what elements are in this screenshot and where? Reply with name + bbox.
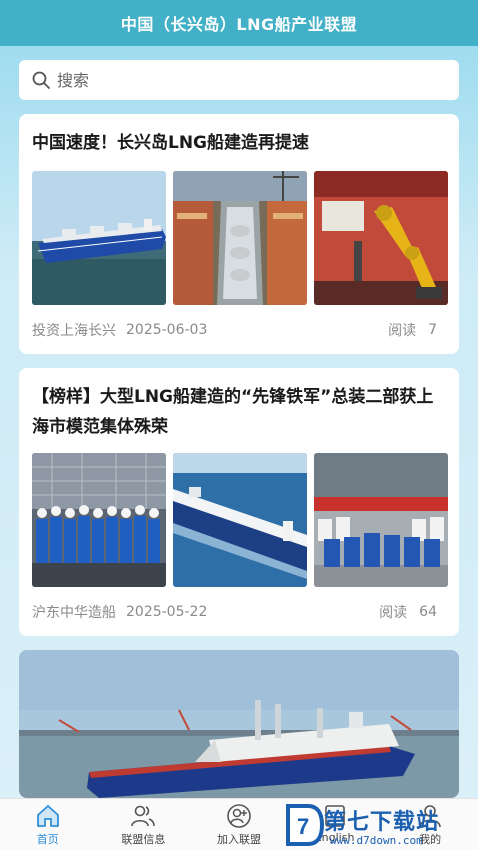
tab-label: 联盟信息 bbox=[121, 833, 166, 846]
article-source: 投资上海长兴 bbox=[32, 323, 116, 339]
watermark-icon: 7 bbox=[286, 804, 324, 846]
article-title[interactable]: 中国速度！长兴岛LNG船建造再提速 bbox=[32, 128, 447, 158]
article-image[interactable] bbox=[173, 171, 307, 305]
article-image[interactable] bbox=[173, 453, 307, 587]
search-icon bbox=[32, 71, 50, 89]
page-title: 中国（长兴岛）LNG船产业联盟 bbox=[120, 15, 358, 34]
read-label: 阅读 bbox=[379, 605, 408, 621]
search-bar[interactable] bbox=[19, 60, 459, 100]
article-date: 2025-05-22 bbox=[126, 604, 208, 620]
article-image[interactable] bbox=[314, 171, 448, 305]
tab-label: 首页 bbox=[36, 833, 59, 846]
tab-home[interactable]: 首页 bbox=[0, 799, 96, 850]
article-image[interactable] bbox=[32, 171, 166, 305]
article-card[interactable] bbox=[19, 650, 459, 798]
watermark-title: 第七下载站 bbox=[324, 810, 440, 835]
article-image[interactable] bbox=[32, 453, 166, 587]
article-source: 沪东中华造船 bbox=[32, 605, 116, 621]
article-meta: 投资上海长兴 2025-06-03 阅读 7 bbox=[32, 320, 437, 340]
article-image[interactable] bbox=[314, 453, 448, 587]
app-header: 中国（长兴岛）LNG船产业联盟 bbox=[0, 0, 478, 46]
read-count: 7 bbox=[428, 322, 437, 338]
watermark-logo: 7 第七下载站 www.d7down.com bbox=[284, 800, 478, 850]
tab-alliance-info[interactable]: 联盟信息 bbox=[96, 799, 192, 850]
home-icon bbox=[36, 805, 59, 827]
search-input[interactable] bbox=[57, 70, 437, 90]
svg-text:7: 7 bbox=[297, 814, 309, 839]
tab-join-alliance[interactable]: 加入联盟 bbox=[191, 799, 287, 850]
watermark-url: www.d7down.com bbox=[330, 834, 423, 847]
read-label: 阅读 bbox=[388, 323, 417, 339]
add-user-icon bbox=[227, 804, 251, 828]
article-title[interactable]: 【榜样】大型LNG船建造的“先锋铁军”总装二部获上海市模范集体殊荣 bbox=[32, 382, 447, 442]
article-meta: 沪东中华造船 2025-05-22 阅读 64 bbox=[32, 602, 437, 622]
people-icon bbox=[131, 805, 156, 827]
tab-label: 加入联盟 bbox=[216, 833, 261, 846]
read-count: 64 bbox=[419, 604, 437, 620]
article-card[interactable]: 中国速度！长兴岛LNG船建造再提速 投资上海长兴 2025-06-03 阅读 7 bbox=[19, 114, 459, 354]
article-image[interactable] bbox=[19, 650, 459, 798]
article-card[interactable]: 【榜样】大型LNG船建造的“先锋铁军”总装二部获上海市模范集体殊荣 沪东中华造船… bbox=[19, 368, 459, 636]
article-date: 2025-06-03 bbox=[126, 322, 208, 338]
